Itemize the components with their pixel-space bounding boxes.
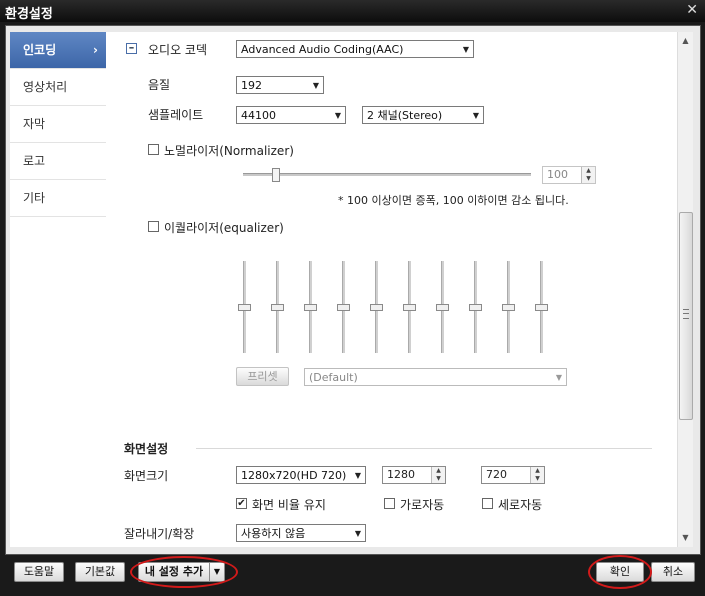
preset-value: (Default) bbox=[309, 371, 358, 384]
chevron-down-icon: ▼ bbox=[334, 111, 341, 120]
collapse-audio-button[interactable]: – bbox=[126, 42, 137, 54]
screen-section-title: 화면설정 bbox=[124, 442, 169, 456]
keep-ratio-label: 화면 비율 유지 bbox=[252, 498, 326, 512]
crop-select[interactable]: 사용하지 않음 ▼ bbox=[236, 524, 366, 542]
add-my-setting-button[interactable]: 내 설정 추가 bbox=[138, 562, 210, 582]
cancel-button[interactable]: 취소 bbox=[651, 562, 695, 582]
equalizer-band-thumb[interactable] bbox=[502, 304, 515, 311]
screen-size-label: 화면크기 bbox=[124, 469, 169, 483]
help-button[interactable]: 도움말 bbox=[14, 562, 64, 582]
grip-icon bbox=[683, 309, 689, 319]
equalizer-band-thumb[interactable] bbox=[370, 304, 383, 311]
normalizer-checkbox[interactable] bbox=[148, 144, 159, 155]
sidebar-item-label: 기타 bbox=[23, 191, 46, 205]
chevron-down-icon: ▼ bbox=[462, 45, 469, 54]
auto-height-label: 세로자동 bbox=[498, 498, 543, 512]
equalizer-band-thumb[interactable] bbox=[304, 304, 317, 311]
scrollbar-thumb[interactable] bbox=[679, 212, 693, 420]
chevron-down-icon: ▼ bbox=[354, 529, 361, 538]
normalizer-value-stepper[interactable]: 100 ▲ ▼ bbox=[542, 166, 596, 184]
equalizer-band-thumb[interactable] bbox=[238, 304, 251, 311]
height-value: 720 bbox=[486, 468, 507, 481]
chevron-down-icon: ▼ bbox=[213, 567, 221, 576]
screen-size-value: 1280x720(HD 720) bbox=[241, 469, 347, 482]
quality-label: 음질 bbox=[148, 78, 171, 92]
samplerate-label: 샘플레이트 bbox=[148, 108, 204, 122]
quality-select[interactable]: 192 ▼ bbox=[236, 76, 324, 94]
close-icon[interactable]: ✕ bbox=[686, 2, 698, 18]
audio-codec-label: 오디오 코덱 bbox=[148, 43, 208, 57]
auto-width-checkbox[interactable] bbox=[384, 498, 395, 509]
width-stepper[interactable]: 1280 ▲ ▼ bbox=[382, 466, 446, 484]
sidebar-item-logo[interactable]: 로고 bbox=[10, 143, 106, 180]
sidebar-item-etc[interactable]: 기타 bbox=[10, 180, 106, 217]
window-title: 환경설정 bbox=[5, 7, 53, 22]
sidebar-item-label: 영상처리 bbox=[23, 80, 68, 94]
equalizer-checkbox[interactable] bbox=[148, 221, 159, 232]
chevron-down-icon: ▼ bbox=[354, 471, 361, 480]
equalizer-band-thumb[interactable] bbox=[436, 304, 449, 311]
scroll-up-icon[interactable]: ▲ bbox=[678, 34, 693, 48]
normalizer-note: * 100 이상이면 증폭, 100 이하이면 감소 됩니다. bbox=[338, 194, 569, 207]
sidebar-item-video-processing[interactable]: 영상처리 bbox=[10, 69, 106, 106]
sidebar-item-encoding[interactable]: 인코딩 › bbox=[10, 32, 106, 69]
crop-value: 사용하지 않음 bbox=[241, 527, 306, 540]
equalizer-band-thumb[interactable] bbox=[337, 304, 350, 311]
crop-label: 잘라내기/확장 bbox=[124, 527, 195, 541]
equalizer-band-thumb[interactable] bbox=[271, 304, 284, 311]
normalizer-label: 노멀라이저(Normalizer) bbox=[164, 144, 294, 158]
add-my-setting-dropdown[interactable]: ▼ bbox=[209, 562, 225, 582]
width-value: 1280 bbox=[387, 468, 415, 481]
normalizer-slider-track bbox=[243, 173, 531, 176]
stepper-arrows-icon[interactable]: ▲ ▼ bbox=[581, 167, 595, 183]
sidebar-item-label: 로고 bbox=[23, 154, 46, 168]
chevron-down-icon: ▼ bbox=[312, 81, 319, 90]
section-divider bbox=[196, 448, 652, 449]
default-button[interactable]: 기본값 bbox=[75, 562, 125, 582]
chevron-right-icon: › bbox=[93, 43, 98, 57]
equalizer-bands bbox=[236, 261, 556, 353]
sidebar-item-label: 자막 bbox=[23, 117, 46, 131]
sidebar-item-label: 인코딩 bbox=[23, 43, 57, 57]
settings-panel: – 오디오 코덱 Advanced Audio Coding(AAC) ▼ 음질 … bbox=[106, 32, 677, 547]
scroll-down-icon[interactable]: ▼ bbox=[678, 531, 693, 545]
channel-select[interactable]: 2 채널(Stereo) ▼ bbox=[362, 106, 484, 124]
preset-button[interactable]: 프리셋 bbox=[236, 367, 289, 386]
auto-height-checkbox[interactable] bbox=[482, 498, 493, 509]
chevron-down-icon: ▼ bbox=[555, 373, 562, 382]
sidebar-item-subtitles[interactable]: 자막 bbox=[10, 106, 106, 143]
samplerate-select[interactable]: 44100 ▼ bbox=[236, 106, 346, 124]
normalizer-slider-thumb[interactable] bbox=[272, 168, 280, 182]
normalizer-value: 100 bbox=[547, 168, 568, 181]
keep-ratio-checkbox[interactable]: ✔ bbox=[236, 498, 247, 509]
stepper-arrows-icon[interactable]: ▲ ▼ bbox=[530, 467, 544, 483]
equalizer-band-thumb[interactable] bbox=[469, 304, 482, 311]
stepper-arrows-icon[interactable]: ▲ ▼ bbox=[431, 467, 445, 483]
ok-button[interactable]: 확인 bbox=[596, 562, 644, 582]
sidebar: 인코딩 › 영상처리 자막 로고 기타 bbox=[10, 32, 107, 547]
auto-width-label: 가로자동 bbox=[400, 498, 445, 512]
quality-value: 192 bbox=[241, 79, 262, 92]
chevron-down-icon: ▼ bbox=[472, 111, 479, 120]
equalizer-band-thumb[interactable] bbox=[403, 304, 416, 311]
screen-size-select[interactable]: 1280x720(HD 720) ▼ bbox=[236, 466, 366, 484]
height-stepper[interactable]: 720 ▲ ▼ bbox=[481, 466, 545, 484]
audio-codec-select[interactable]: Advanced Audio Coding(AAC) ▼ bbox=[236, 40, 474, 58]
equalizer-band-thumb[interactable] bbox=[535, 304, 548, 311]
preset-select[interactable]: (Default) ▼ bbox=[304, 368, 567, 386]
title-bar: 환경설정 ✕ bbox=[0, 0, 705, 22]
samplerate-value: 44100 bbox=[241, 109, 276, 122]
audio-codec-value: Advanced Audio Coding(AAC) bbox=[241, 43, 404, 56]
equalizer-label: 이퀄라이저(equalizer) bbox=[164, 221, 284, 235]
content-scrollbar[interactable]: ▲ ▼ bbox=[677, 32, 693, 547]
channel-value: 2 채널(Stereo) bbox=[367, 109, 443, 122]
